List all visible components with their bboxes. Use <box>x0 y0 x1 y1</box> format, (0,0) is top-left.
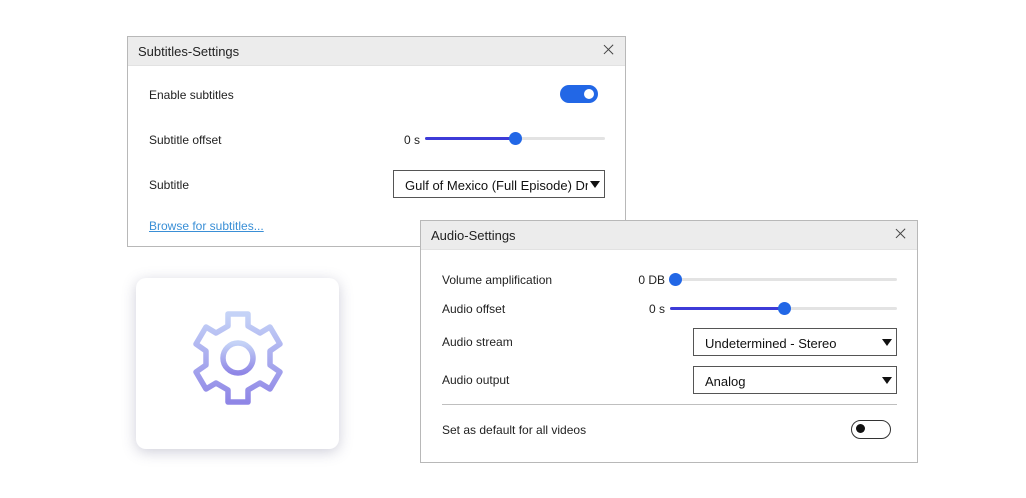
subtitle-offset-label: Subtitle offset <box>149 133 222 147</box>
audio-output-selected-value: Analog <box>705 374 746 389</box>
set-default-toggle[interactable] <box>851 420 891 439</box>
audio-settings-dialog: Audio-Settings Volume amplification 0 DB… <box>420 220 918 463</box>
subtitles-settings-dialog: Subtitles-Settings Enable subtitles Subt… <box>127 36 626 247</box>
set-default-label: Set as default for all videos <box>442 423 587 437</box>
volume-amplification-value: 0 DB <box>638 273 665 287</box>
volume-amplification-slider[interactable] <box>669 273 897 286</box>
settings-gear-card <box>136 278 339 449</box>
subtitles-dialog-title: Subtitles-Settings <box>138 44 240 59</box>
browse-subtitles-link[interactable]: Browse for subtitles... <box>149 219 264 233</box>
audio-titlebar: Audio-Settings <box>421 221 917 250</box>
audio-offset-slider[interactable] <box>670 302 897 315</box>
enable-subtitles-toggle[interactable] <box>560 85 598 103</box>
audio-offset-value: 0 s <box>648 302 665 316</box>
chevron-down-icon[interactable] <box>882 377 892 384</box>
section-divider <box>442 404 897 405</box>
subtitle-label: Subtitle <box>149 178 190 192</box>
audio-dialog-title: Audio-Settings <box>431 228 516 243</box>
slider-fill <box>670 307 784 310</box>
subtitle-selected-value: Gulf of Mexico (Full Episode) Dr <box>405 178 590 193</box>
subtitle-select[interactable]: Gulf of Mexico (Full Episode) Dr <box>393 170 605 198</box>
slider-thumb[interactable] <box>509 132 522 145</box>
toggle-knob <box>584 89 594 99</box>
audio-offset-label: Audio offset <box>442 302 506 316</box>
audio-close-icon[interactable] <box>893 226 909 242</box>
subtitle-offset-slider[interactable] <box>425 132 605 145</box>
audio-stream-selected-value: Undetermined - Stereo <box>705 336 837 351</box>
slider-thumb[interactable] <box>669 273 682 286</box>
slider-fill <box>425 137 515 140</box>
chevron-down-icon[interactable] <box>882 339 892 346</box>
subtitle-offset-value: 0 s <box>403 133 420 147</box>
subtitles-titlebar: Subtitles-Settings <box>128 37 625 66</box>
audio-stream-select[interactable]: Undetermined - Stereo <box>693 328 897 356</box>
audio-stream-label: Audio stream <box>442 335 513 349</box>
volume-amplification-label: Volume amplification <box>442 273 553 287</box>
toggle-knob <box>856 424 865 433</box>
gear-icon <box>193 311 283 405</box>
chevron-down-icon[interactable] <box>590 181 600 188</box>
slider-thumb[interactable] <box>777 302 791 315</box>
subtitles-close-icon[interactable] <box>601 42 617 58</box>
enable-subtitles-label: Enable subtitles <box>149 88 234 102</box>
audio-output-label: Audio output <box>442 373 510 387</box>
audio-output-select[interactable]: Analog <box>693 366 897 394</box>
